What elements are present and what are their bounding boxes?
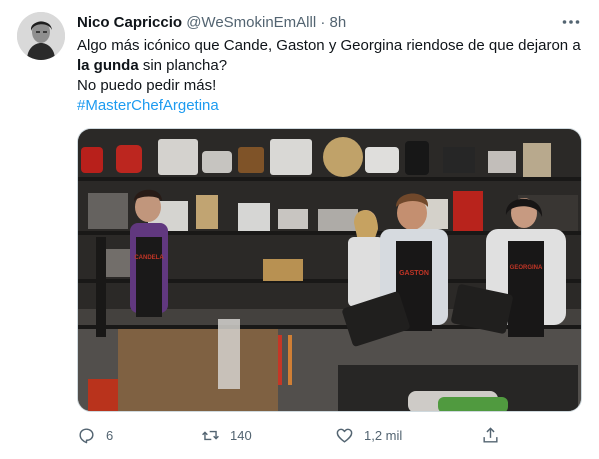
tweet-text: Algo más icónico que Cande, Gaston y Geo… (77, 36, 582, 116)
like-count: 1,2 mil (364, 427, 403, 443)
heart-icon (336, 428, 353, 443)
reply-icon (79, 427, 94, 443)
tweet-actions: 6 140 1,2 mil (77, 424, 517, 446)
author-handle[interactable]: @WeSmokinEmAlll (186, 14, 316, 31)
tweet[interactable]: Nico Capriccio @WeSmokinEmAlll · 8h Algo… (0, 0, 599, 459)
tweet-text-line-3: No puedo pedir más! (77, 77, 217, 94)
tweet-text-line-1: Algo más icónico que Cande, Gaston y Geo… (77, 37, 581, 54)
avatar-image (17, 12, 65, 60)
share-icon (483, 426, 498, 443)
hashtag-link[interactable]: #MasterChefArgetina (77, 97, 219, 114)
avatar[interactable] (17, 12, 65, 60)
retweet-count: 140 (230, 427, 252, 443)
reply-button[interactable]: 6 (77, 424, 113, 446)
like-button[interactable]: 1,2 mil (335, 424, 402, 446)
separator-dot: · (320, 14, 326, 31)
author-name[interactable]: Nico Capriccio (77, 14, 182, 31)
tweet-text-after-bold: sin plancha? (138, 57, 228, 74)
more-icon (562, 20, 580, 24)
tweet-text-line-2: la gunda sin plancha? (77, 56, 582, 76)
retweet-icon (202, 430, 219, 440)
tweet-time[interactable]: 8h (330, 14, 347, 31)
tweet-media[interactable]: CANDELA GASTON GEORGINA (77, 128, 582, 412)
bold-mention: la gunda (77, 57, 139, 74)
retweet-button[interactable]: 140 (201, 424, 252, 446)
media-photo: CANDELA GASTON GEORGINA (78, 129, 581, 411)
share-button[interactable] (481, 424, 510, 446)
tweet-header: Nico Capriccio @WeSmokinEmAlll · 8h (77, 13, 579, 33)
reply-count: 6 (106, 427, 114, 443)
more-options-button[interactable] (559, 12, 583, 32)
